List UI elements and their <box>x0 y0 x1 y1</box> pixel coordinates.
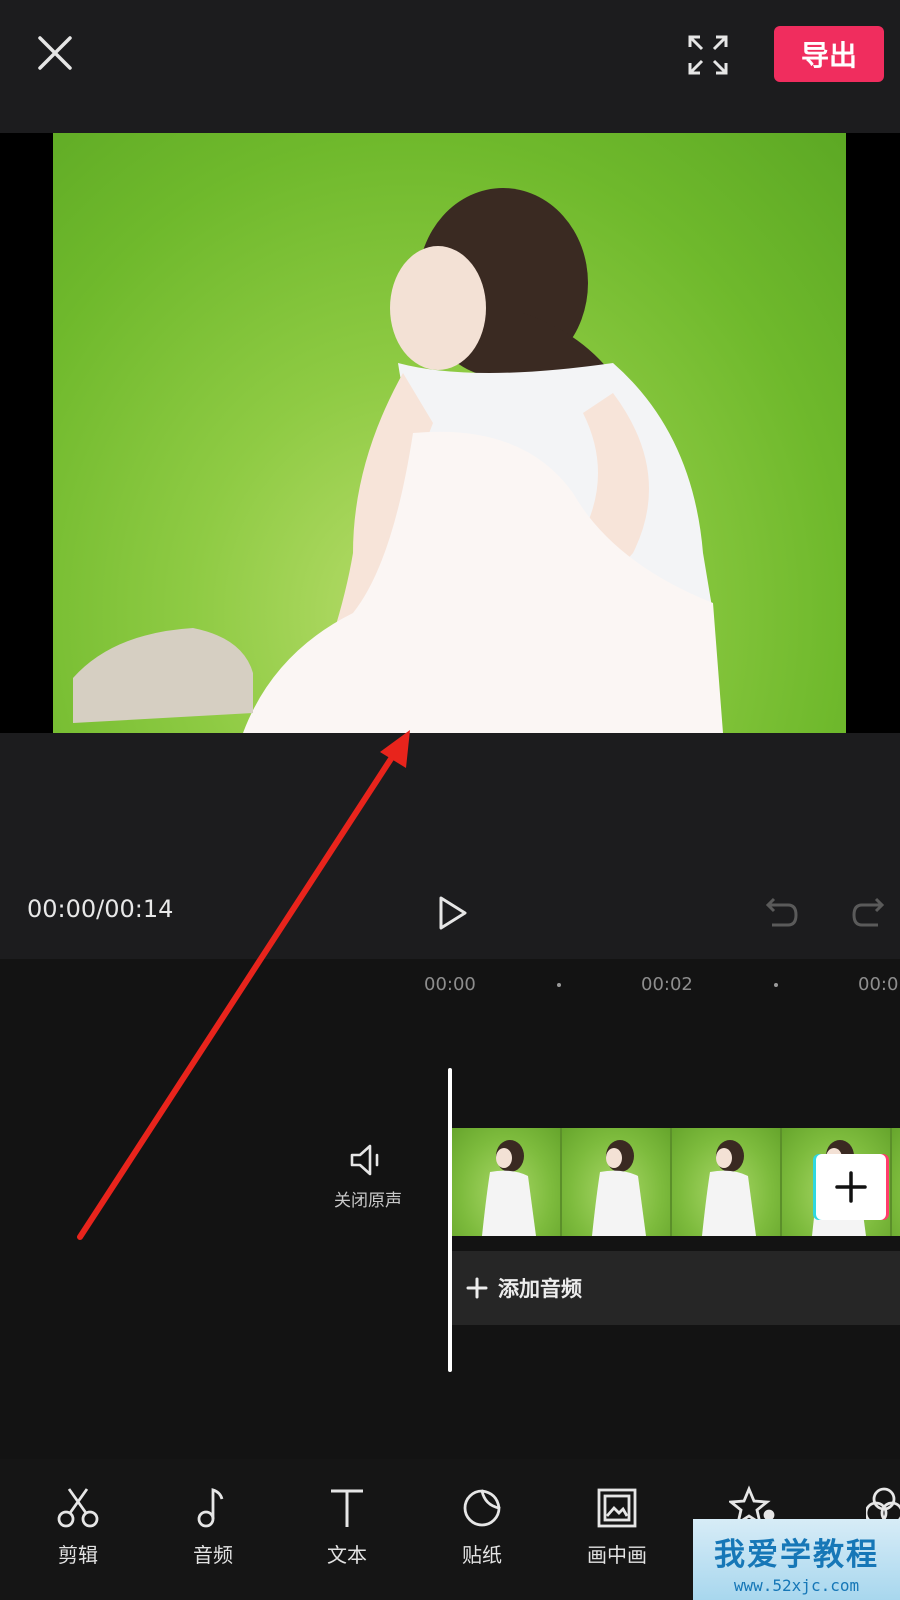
clip-thumbnail <box>892 1128 900 1236</box>
tool-text[interactable]: 文本 <box>297 1485 397 1568</box>
play-button[interactable] <box>432 893 472 933</box>
export-button[interactable]: 导出 <box>774 26 884 82</box>
scissors-icon <box>57 1488 99 1528</box>
close-button[interactable] <box>30 28 80 78</box>
ruler-tick-label: 00:00 <box>424 974 476 995</box>
top-bar <box>0 0 900 133</box>
sticker-icon <box>463 1489 501 1527</box>
text-icon <box>331 1489 363 1527</box>
watermark: 我爱学教程 www.52xjc.com <box>693 1519 900 1600</box>
tool-label: 画中画 <box>587 1543 647 1567</box>
playhead[interactable] <box>448 1068 452 1372</box>
undo-icon <box>765 897 798 927</box>
ruler-dot <box>557 983 561 987</box>
undo-button[interactable] <box>764 895 800 931</box>
plus-icon <box>835 1171 867 1203</box>
preview-photo <box>73 188 723 733</box>
play-icon <box>439 896 467 930</box>
music-note-icon <box>197 1488 224 1528</box>
fullscreen-icon <box>688 35 728 75</box>
plus-icon <box>466 1277 488 1299</box>
fullscreen-button[interactable] <box>686 33 730 77</box>
clip-thumbnail <box>562 1128 672 1236</box>
clip-thumbnail <box>672 1128 782 1236</box>
watermark-title: 我爱学教程 <box>714 1537 879 1573</box>
tool-edit[interactable]: 剪辑 <box>28 1485 128 1568</box>
video-frame <box>53 133 846 733</box>
redo-button[interactable] <box>850 895 886 931</box>
mute-original-audio-button[interactable]: 关闭原声 <box>320 1140 416 1220</box>
ruler-dot <box>774 983 778 987</box>
timecode: 00:00/00:14 <box>27 895 174 923</box>
clip-thumbnail <box>452 1128 562 1236</box>
add-audio-label: 添加音频 <box>498 1277 582 1301</box>
tool-label: 贴纸 <box>462 1543 502 1567</box>
add-clip-button[interactable] <box>816 1154 886 1220</box>
tool-label: 文本 <box>327 1543 367 1567</box>
tool-picture-in-picture[interactable]: 画中画 <box>567 1485 667 1568</box>
video-preview[interactable] <box>0 133 900 733</box>
speaker-icon <box>350 1144 379 1176</box>
close-icon <box>38 36 72 70</box>
picture-in-picture-icon <box>597 1488 637 1528</box>
tool-label: 音频 <box>193 1543 233 1567</box>
mute-original-audio-label: 关闭原声 <box>334 1191 402 1211</box>
redo-icon <box>852 897 885 927</box>
tool-audio[interactable]: 音频 <box>163 1485 263 1568</box>
ruler-tick-label: 00:02 <box>641 974 693 995</box>
tool-label: 剪辑 <box>58 1543 98 1567</box>
watermark-url: www.52xjc.com <box>733 1576 860 1595</box>
add-audio-button[interactable]: 添加音频 <box>452 1251 900 1325</box>
ruler-tick-label: 00:0 <box>858 974 899 995</box>
tool-sticker[interactable]: 贴纸 <box>432 1485 532 1568</box>
